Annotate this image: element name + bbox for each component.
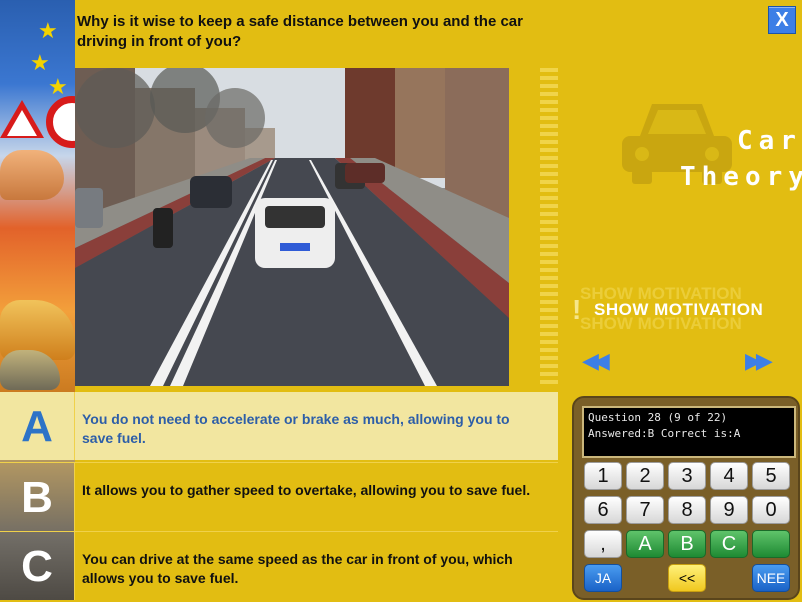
key-9[interactable]: 9 [710,496,748,524]
status-display: Question 28 (9 of 22) Answered:B Correct… [582,406,796,458]
key-3[interactable]: 3 [668,462,706,490]
key-7[interactable]: 7 [626,496,664,524]
answer-option-a[interactable]: A You do not need to accelerate or brake… [0,392,558,460]
answer-text: You do not need to accelerate or brake a… [82,411,510,446]
key-c[interactable]: C [710,530,748,558]
key-6[interactable]: 6 [584,496,622,524]
divider [74,463,75,531]
divider [74,532,75,600]
answer-option-c[interactable]: C You can drive at the same speed as the… [0,531,558,600]
street-scene-image [75,68,509,386]
status-line-question: Question 28 (9 of 22) [588,411,728,424]
app-title-line1: Car [737,126,802,156]
keypad-device: Question 28 (9 of 22) Answered:B Correct… [572,396,800,600]
answer-letter: C [21,542,53,591]
key-8[interactable]: 8 [668,496,706,524]
show-motivation-button[interactable]: SHOW MOTIVATION ! SHOW MOTIVATION SHOW M… [570,284,790,333]
next-question-button[interactable]: ▶▶ [745,348,773,374]
warning-sign-inner [7,110,37,136]
motivation-label-echo: SHOW MOTIVATION [580,314,742,333]
answer-letter: A [21,402,53,451]
answer-text: It allows you to gather speed to overtak… [82,482,531,498]
question-header: Why is it wise to keep a safe distance b… [75,0,802,66]
question-text: Why is it wise to keep a safe distance b… [77,13,523,50]
answer-letter: B [21,473,53,522]
previous-question-button[interactable]: ◀◀ [582,348,610,374]
decorative-stripe [540,68,558,386]
close-button[interactable]: X [768,6,796,34]
key-blank[interactable] [752,530,790,558]
answer-text: You can drive at the same speed as the c… [82,551,513,586]
key-5[interactable]: 5 [752,462,790,490]
key-b[interactable]: B [668,530,706,558]
no-button[interactable]: NEE [752,564,790,592]
star-icon: ★ [48,74,68,99]
prohibition-sign-icon [46,96,75,148]
star-icon: ★ [38,18,58,43]
back-button[interactable]: << [668,564,706,592]
key-0[interactable]: 0 [752,496,790,524]
hand-image [0,150,64,200]
app-title-line2: Theory [680,162,802,192]
yes-button[interactable]: JA [584,564,622,592]
question-photo [75,68,509,386]
key-4[interactable]: 4 [710,462,748,490]
key-a[interactable]: A [626,530,664,558]
star-icon: ★ [30,50,50,75]
key-comma[interactable]: , [584,530,622,558]
key-2[interactable]: 2 [626,462,664,490]
divider [74,392,75,460]
key-1[interactable]: 1 [584,462,622,490]
answer-option-b[interactable]: B It allows you to gather speed to overt… [0,462,558,531]
status-line-answer: Answered:B Correct is:A [588,427,741,440]
